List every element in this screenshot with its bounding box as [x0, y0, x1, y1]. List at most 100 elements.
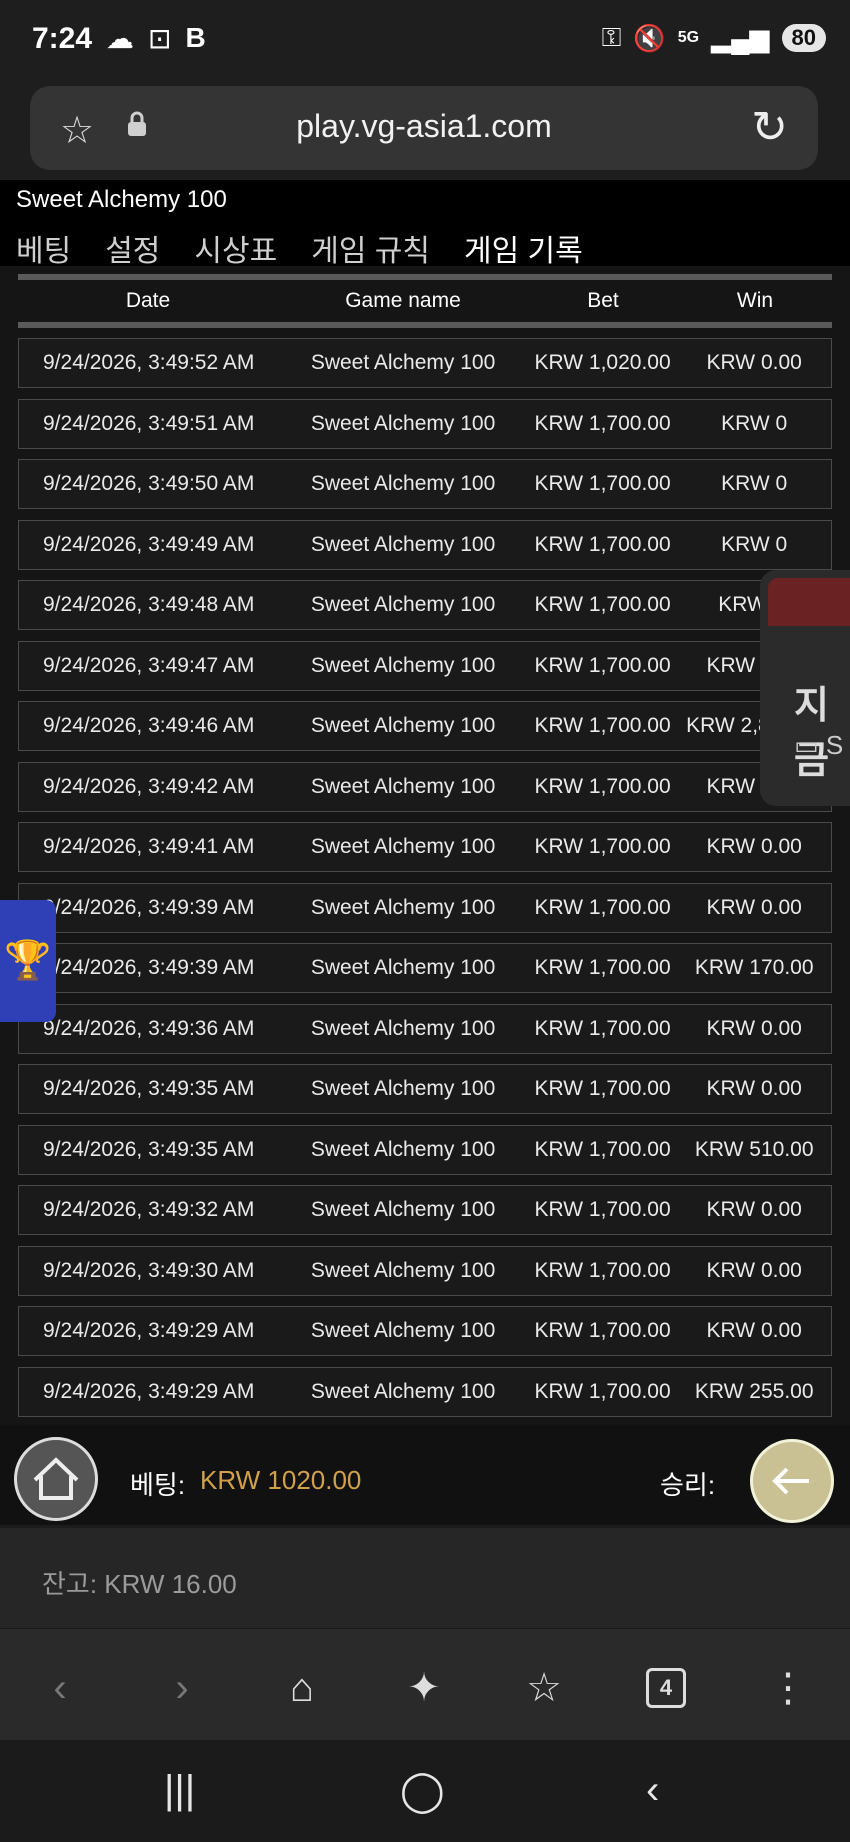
table-row[interactable]: 9/24/2026, 3:49:51 AM Sweet Alchemy 100 KR… — [18, 398, 832, 449]
cell-game-name: Sweet Alchemy 100 — [310, 774, 496, 798]
bookmarks-icon[interactable]: ☆ — [514, 1663, 574, 1713]
cell-bet: KRW 1,700.00 — [534, 1137, 671, 1161]
history-table-body: 9/24/2026, 3:49:52 AM Sweet Alchemy 100 KR… — [18, 338, 832, 1427]
notification-popup[interactable]: 지금 ▭ S — [760, 570, 850, 806]
home-system-icon[interactable]: ◯ — [400, 1768, 445, 1814]
table-row[interactable]: 9/24/2026, 3:49:42 AM Sweet Alchemy 100 KR… — [18, 761, 832, 812]
cell-bet: KRW 1,020.00 — [534, 351, 671, 374]
cell-date: 9/24/2026, 3:49:32 AM — [43, 1198, 255, 1221]
tv-icon: ▭ — [794, 730, 819, 760]
status-bar: 7:24 ☁ ⊡ B ⚿ 🔇 5G ▂▄▆ 80 — [0, 0, 850, 80]
cell-date: 9/24/2026, 3:49:35 AM — [43, 1077, 255, 1100]
back-icon[interactable]: ‹ — [30, 1663, 90, 1713]
tab-paytable[interactable]: 시상표 — [194, 226, 277, 276]
table-row[interactable]: 9/24/2026, 3:49:32 AM Sweet Alchemy 100 KR… — [18, 1185, 832, 1235]
table-row[interactable]: 9/24/2026, 3:49:50 AM Sweet Alchemy 100 KR… — [18, 459, 832, 509]
cell-win: KRW 0 — [721, 532, 788, 556]
cell-date: 9/24/2026, 3:49:48 AM — [43, 593, 255, 616]
cell-date: 9/24/2026, 3:49:50 AM — [43, 472, 255, 495]
cell-bet: KRW 1,700.00 — [534, 472, 671, 495]
battery-indicator: 80 — [781, 24, 826, 52]
cell-bet: KRW 1,700.00 — [534, 593, 671, 616]
table-row[interactable]: 9/24/2026, 3:49:30 AM Sweet Alchemy 100 KR… — [18, 1245, 832, 1296]
cell-date: 9/24/2026, 3:49:41 AM — [43, 835, 255, 858]
tab-game-history[interactable]: 게임 기록 — [463, 226, 583, 276]
back-arrow-button[interactable] — [750, 1439, 834, 1523]
cell-date: 9/24/2026, 3:49:39 AM — [43, 956, 255, 979]
cell-win: KRW 0.00 — [706, 1319, 802, 1342]
cell-bet: KRW 1,700.00 — [534, 653, 671, 677]
back-system-icon[interactable]: ‹ — [646, 1768, 659, 1813]
cell-win: KRW 0.00 — [706, 1077, 802, 1100]
tab-count: 4 — [646, 1668, 686, 1708]
popup-thumbnail — [768, 578, 850, 626]
key-icon: ⚿ — [601, 22, 622, 52]
cell-bet: KRW 1,700.00 — [534, 895, 671, 919]
home-button[interactable] — [14, 1437, 98, 1521]
cell-win: KRW 0 — [721, 411, 788, 435]
game-title: Sweet Alchemy 100 — [16, 186, 227, 213]
cell-date: 9/24/2026, 3:49:30 AM — [43, 1258, 255, 1282]
balance-bar: 잔고: KRW 16.00 — [0, 1528, 850, 1628]
cell-date: 9/24/2026, 3:49:42 AM — [43, 774, 255, 798]
cell-bet: KRW 1,700.00 — [534, 956, 671, 979]
cloud-icon: ☁ — [106, 23, 134, 54]
home-icon — [33, 1457, 79, 1500]
game-bottom-bar: 베팅: KRW 1020.00 승리: — [0, 1425, 850, 1525]
cell-bet: KRW 1,700.00 — [534, 1258, 671, 1282]
table-row[interactable]: 9/24/2026, 3:49:35 AM Sweet Alchemy 100 KR… — [18, 1064, 832, 1114]
sparkle-icon[interactable]: ✦ — [394, 1663, 454, 1713]
table-row[interactable]: 9/24/2026, 3:49:29 AM Sweet Alchemy 100 KR… — [18, 1306, 832, 1356]
table-row[interactable]: 9/24/2026, 3:49:48 AM Sweet Alchemy 100 KR… — [18, 580, 832, 630]
cell-date: 9/24/2026, 3:49:46 AM — [43, 714, 255, 737]
table-row[interactable]: 9/24/2026, 3:49:49 AM Sweet Alchemy 100 KR… — [18, 519, 832, 570]
cell-bet: KRW 1,700.00 — [534, 1198, 671, 1221]
cell-bet: KRW 1,700.00 — [534, 532, 671, 556]
table-row[interactable]: 9/24/2026, 3:49:36 AM Sweet Alchemy 100 KR… — [18, 1003, 832, 1054]
arrow-left-icon — [772, 1467, 809, 1495]
cell-win: KRW 0.00 — [706, 351, 802, 374]
table-row[interactable]: 9/24/2026, 3:49:29 AM Sweet Alchemy 100 KR… — [18, 1366, 832, 1417]
tab-settings[interactable]: 설정 — [105, 226, 160, 276]
table-row[interactable]: 9/24/2026, 3:49:39 AM Sweet Alchemy 100 KR… — [18, 882, 832, 933]
cell-game-name: Sweet Alchemy 100 — [310, 532, 496, 556]
cell-game-name: Sweet Alchemy 100 — [310, 1137, 496, 1161]
cell-game-name: Sweet Alchemy 100 — [310, 1077, 496, 1100]
cell-bet: KRW 1,700.00 — [534, 411, 671, 435]
cell-win: KRW 170.00 — [694, 956, 814, 979]
header-game-name: Game name — [345, 289, 461, 312]
url-text[interactable]: play.vg-asia1.com — [30, 108, 818, 145]
history-table-header: Date Game name Bet Win — [18, 274, 832, 328]
table-row[interactable]: 9/24/2026, 3:49:35 AM Sweet Alchemy 100 KR… — [18, 1124, 832, 1175]
cell-game-name: Sweet Alchemy 100 — [310, 593, 496, 616]
table-row[interactable]: 9/24/2026, 3:49:46 AM Sweet Alchemy 100 KR… — [18, 701, 832, 751]
table-row[interactable]: 9/24/2026, 3:49:47 AM Sweet Alchemy 100 KR… — [18, 640, 832, 691]
win-label: 승리: — [660, 1470, 716, 1500]
trophy-side-tab[interactable]: 🏆 — [0, 900, 56, 1022]
browser-nav-bar: ‹ › ⌂ ✦ ☆ 4 ⋮ — [0, 1628, 850, 1741]
menu-icon[interactable]: ⋮ — [758, 1663, 818, 1713]
status-right-icons: ⚿ 🔇 5G ▂▄▆ 80 — [602, 22, 826, 54]
recent-apps-icon[interactable]: ||| — [164, 1768, 195, 1813]
cell-win: KRW 255.00 — [694, 1379, 814, 1403]
table-row[interactable]: 9/24/2026, 3:49:41 AM Sweet Alchemy 100 KR… — [18, 822, 832, 872]
tab-game-rules[interactable]: 게임 규칙 — [311, 226, 430, 276]
popup-text: 지금 — [794, 685, 829, 782]
url-bar[interactable]: ☆ play.vg-asia1.com ↻ — [30, 86, 818, 170]
tabs-button[interactable]: 4 — [636, 1663, 696, 1713]
forward-icon[interactable]: › — [152, 1663, 212, 1713]
cell-game-name: Sweet Alchemy 100 — [310, 895, 496, 919]
tab-betting[interactable]: 베팅 — [16, 226, 71, 276]
cell-date: 9/24/2026, 3:49:35 AM — [43, 1137, 255, 1161]
cell-game-name: Sweet Alchemy 100 — [310, 1319, 496, 1342]
table-row[interactable]: 9/24/2026, 3:49:39 AM Sweet Alchemy 100 KR… — [18, 943, 832, 993]
bet-value: KRW 1020.00 — [200, 1465, 362, 1495]
reload-icon[interactable]: ↻ — [751, 102, 788, 153]
cell-bet: KRW 1,700.00 — [534, 1016, 671, 1040]
cell-bet: KRW 1,700.00 — [534, 1319, 671, 1342]
cell-win: KRW 0.00 — [706, 1258, 802, 1282]
home-nav-icon[interactable]: ⌂ — [272, 1663, 332, 1713]
trophy-icon: 🏆 — [4, 940, 52, 982]
status-left-icons: ☁ ⊡ B — [106, 22, 206, 55]
table-row[interactable]: 9/24/2026, 3:49:52 AM Sweet Alchemy 100 KR… — [18, 338, 832, 388]
